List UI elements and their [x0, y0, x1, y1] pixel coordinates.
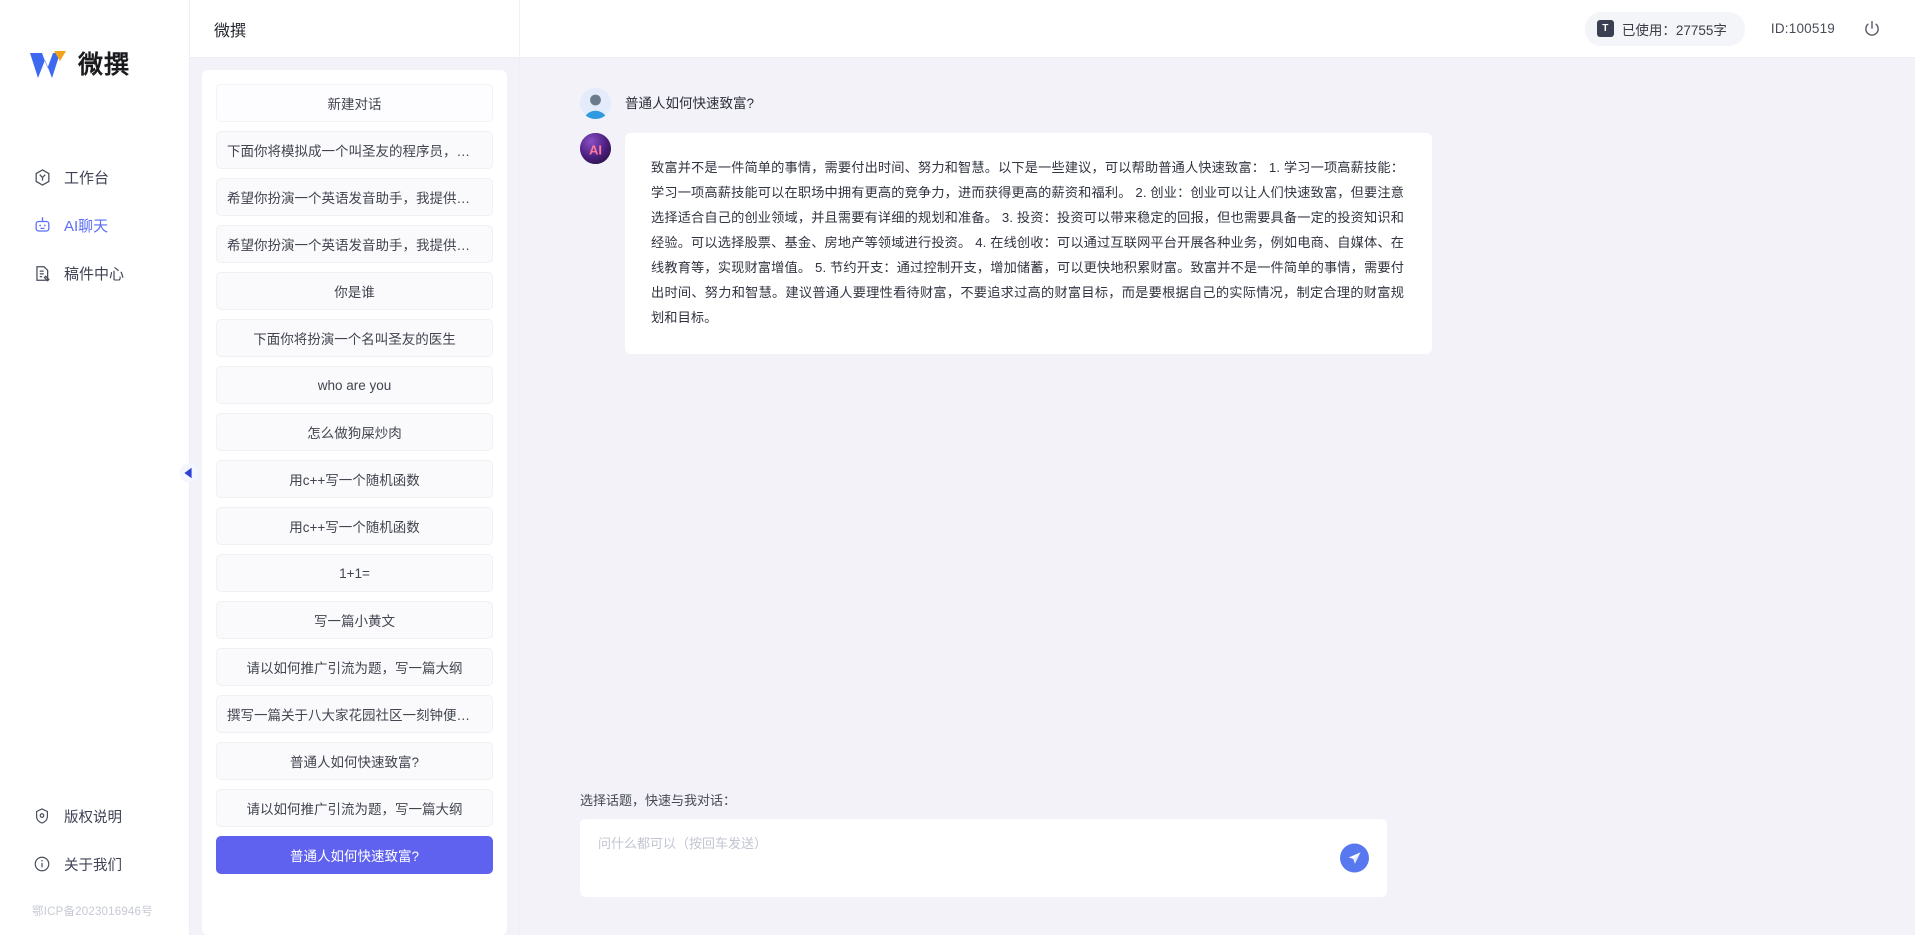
- conversation-list-wrapper: 新建对话 下面你将模拟成一个叫圣友的程序员，我说... 希望你扮演一个英语发音助手…: [190, 58, 519, 935]
- conversation-item-label: 请以如何推广引流为题，写一篇大纲: [246, 802, 463, 817]
- conversation-item-label: 1+1=: [339, 565, 370, 581]
- conversation-item[interactable]: 请以如何推广引流为题，写一篇大纲: [216, 789, 493, 827]
- conversation-item-label: 用c++写一个随机函数: [289, 520, 420, 535]
- conversation-item[interactable]: 普通人如何快速致富?: [216, 836, 493, 874]
- robot-icon: [32, 215, 52, 235]
- svg-text:AI: AI: [589, 143, 602, 158]
- conversation-panel-title: 微撰: [190, 0, 519, 58]
- conversation-item[interactable]: 下面你将扮演一个名叫圣友的医生: [216, 319, 493, 357]
- user-message-text: 普通人如何快速致富?: [625, 96, 755, 111]
- document-edit-icon: [32, 263, 52, 283]
- conversation-item[interactable]: 用c++写一个随机函数: [216, 507, 493, 545]
- conversation-item[interactable]: 1+1=: [216, 554, 493, 592]
- conversation-item[interactable]: 普通人如何快速致富?: [216, 742, 493, 780]
- usage-pill[interactable]: T 已使用：27755字: [1584, 11, 1745, 46]
- conversation-item[interactable]: 你是谁: [216, 272, 493, 310]
- power-icon[interactable]: [1861, 18, 1883, 40]
- chat-input[interactable]: [580, 819, 1387, 897]
- new-chat-label: 新建对话: [327, 97, 382, 112]
- conversation-item[interactable]: 下面你将模拟成一个叫圣友的程序员，我说...: [216, 131, 493, 169]
- conversation-item[interactable]: who are you: [216, 366, 493, 404]
- sidebar-item-copyright[interactable]: 版权说明: [0, 797, 189, 835]
- brand-logo[interactable]: 微撰: [0, 0, 189, 96]
- conversation-item[interactable]: 写一篇小黄文: [216, 601, 493, 639]
- composer-box: [580, 819, 1387, 897]
- nav-secondary-list: 版权说明 关于我们 鄂ICP备2023016946号: [0, 797, 189, 935]
- conversation-item-label: 请以如何推广引流为题，写一篇大纲: [246, 661, 463, 676]
- ai-message-bubble: 致富并不是一件简单的事情，需要付出时间、努力和智慧。以下是一些建议，可以帮助普通…: [625, 133, 1432, 354]
- sidebar-item-label: 版权说明: [64, 809, 122, 826]
- sidebar-item-label: AI聊天: [64, 217, 109, 235]
- sidebar-item-label: 工作台: [64, 169, 110, 187]
- app-root: 微撰 工作台 AI聊天 稿件中心 版权说明 关于我们 鄂ICP备20230169…: [0, 0, 1915, 935]
- sidebar-item-label: 稿件中心: [64, 265, 125, 283]
- brand-name: 微撰: [78, 50, 131, 79]
- chevron-left-icon: [179, 463, 199, 483]
- conversation-item[interactable]: 撰写一篇关于八大家花园社区一刻钟便民生...: [216, 695, 493, 733]
- nav-primary-list: 工作台 AI聊天 稿件中心: [0, 156, 189, 294]
- sidebar-item-about-us[interactable]: 关于我们: [0, 845, 189, 883]
- conversation-item-label: who are you: [317, 377, 392, 393]
- conversation-item-label: 希望你扮演一个英语发音助手，我提供给你...: [227, 238, 482, 253]
- w-logo-icon: [28, 48, 70, 82]
- info-icon: [32, 854, 52, 874]
- conversation-item[interactable]: 希望你扮演一个英语发音助手，我提供给你...: [216, 225, 493, 263]
- workbench-icon: [32, 167, 52, 187]
- sidebar-item-workbench[interactable]: 工作台: [0, 156, 189, 198]
- sidebar-item-label: 关于我们: [64, 857, 122, 874]
- ai-avatar: AI: [580, 133, 611, 164]
- conversation-list: 新建对话 下面你将模拟成一个叫圣友的程序员，我说... 希望你扮演一个英语发音助手…: [202, 70, 507, 935]
- conversation-item-label: 写一篇小黄文: [314, 614, 395, 629]
- collapse-sidebar-handle[interactable]: [178, 462, 200, 484]
- conversation-item-label: 下面你将模拟成一个叫圣友的程序员，我说...: [227, 144, 482, 159]
- conversation-item-label: 用c++写一个随机函数: [289, 473, 420, 488]
- conversation-item-label: 普通人如何快速致富?: [289, 755, 419, 770]
- conversation-item-label: 撰写一篇关于八大家花园社区一刻钟便民生...: [227, 708, 482, 723]
- token-badge-icon: T: [1596, 20, 1614, 37]
- chat-panel: T 已使用：27755字 ID:100519 普通人如何快速致富? AI 致富并…: [520, 0, 1915, 935]
- top-header-bar: T 已使用：27755字 ID:100519: [520, 0, 1915, 58]
- conversation-item-label: 下面你将扮演一个名叫圣友的医生: [253, 332, 456, 347]
- send-button[interactable]: [1340, 843, 1369, 873]
- sidebar-item-ai-chat[interactable]: AI聊天: [0, 204, 189, 246]
- conversation-item[interactable]: 希望你扮演一个英语发音助手，我提供给你...: [216, 178, 493, 216]
- conversation-item-label: 怎么做狗屎炒肉: [307, 426, 402, 441]
- message-row-ai: AI 致富并不是一件简单的事情，需要付出时间、努力和智慧。以下是一些建议，可以帮…: [520, 133, 1915, 354]
- sidebar-item-manuscript-center[interactable]: 稿件中心: [0, 252, 189, 294]
- chat-message-area: 普通人如何快速致富? AI 致富并不是一件简单的事情，需要付出时间、努力和智慧。…: [520, 58, 1915, 790]
- left-nav-sidebar: 微撰 工作台 AI聊天 稿件中心 版权说明 关于我们 鄂ICP备20230169…: [0, 0, 190, 935]
- conversation-item[interactable]: 怎么做狗屎炒肉: [216, 413, 493, 451]
- icp-record-number: 鄂ICP备2023016946号: [32, 906, 153, 918]
- conversation-item-label: 希望你扮演一个英语发音助手，我提供给你...: [227, 191, 482, 206]
- message-row-user: 普通人如何快速致富?: [520, 88, 1915, 119]
- shield-icon: [32, 806, 52, 826]
- composer: 选择话题，快速与我对话：: [520, 790, 1915, 935]
- conversation-panel: 微撰 新建对话 下面你将模拟成一个叫圣友的程序员，我说... 希望你扮演一个英语发…: [179, 0, 520, 935]
- conversation-item-label: 普通人如何快速致富?: [289, 849, 419, 864]
- user-id-label: ID:100519: [1770, 21, 1835, 36]
- composer-label: 选择话题，快速与我对话：: [580, 793, 737, 808]
- user-avatar: [580, 88, 611, 119]
- conversation-item[interactable]: 请以如何推广引流为题，写一篇大纲: [216, 648, 493, 686]
- conversation-item[interactable]: 用c++写一个随机函数: [216, 460, 493, 498]
- usage-label: 已使用：27755字: [1621, 22, 1727, 38]
- send-icon: [1348, 852, 1361, 864]
- conversation-item-label: 你是谁: [334, 285, 375, 300]
- new-chat-button[interactable]: 新建对话: [216, 84, 493, 122]
